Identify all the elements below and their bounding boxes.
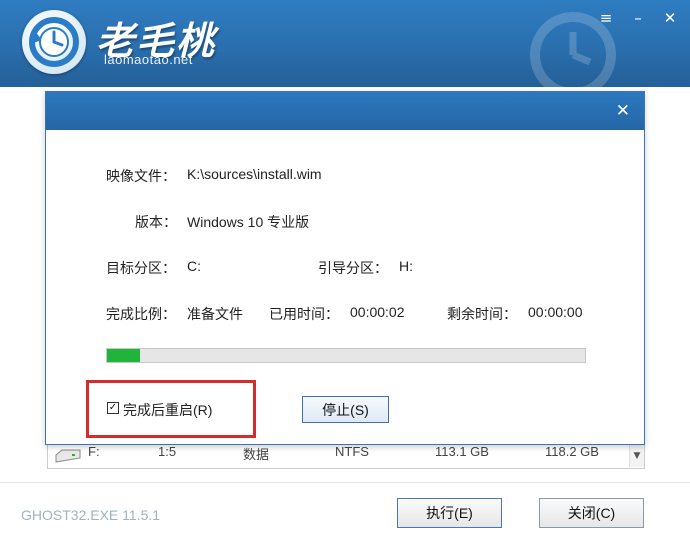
close-button[interactable]: 关闭(C)	[539, 498, 644, 528]
partition-type: 数据	[243, 447, 270, 462]
minimize-icon[interactable]: –	[628, 8, 648, 28]
scroll-down-icon[interactable]: ▼	[629, 445, 644, 467]
restart-checkbox[interactable]: ✓	[107, 402, 119, 414]
partition-total: 118.2 GB	[545, 444, 599, 459]
partition-used: 113.1 GB	[435, 444, 489, 459]
logo-url: laomaotao.net	[104, 52, 193, 67]
target-partition-value: C:	[187, 258, 201, 274]
drive-icon	[55, 449, 81, 463]
restore-clock-icon	[22, 10, 86, 74]
boot-partition-label: 引导分区：	[318, 260, 388, 276]
dialog-titlebar: ✕	[46, 92, 644, 130]
execute-button[interactable]: 执行(E)	[397, 498, 502, 528]
partition-fs: NTFS	[335, 444, 369, 459]
image-file-label: 映像文件：	[106, 168, 176, 184]
dialog-close-icon[interactable]: ✕	[616, 101, 630, 121]
remaining-time-label: 剩余时间：	[447, 306, 517, 322]
progress-bar-fill	[107, 349, 141, 362]
completion-ratio-value: 准备文件	[187, 306, 243, 322]
partition-index: 1:5	[158, 444, 177, 459]
completion-ratio-label: 完成比例：	[106, 306, 176, 322]
version-label: GHOST32.EXE 11.5.1	[21, 507, 161, 523]
boot-partition-value: H:	[399, 258, 413, 274]
remaining-time-value: 00:00:00	[528, 304, 583, 320]
footer-divider	[0, 482, 690, 483]
window-controls: ≡ – ✕	[596, 8, 680, 28]
restart-checkbox-label[interactable]: 完成后重启(R)	[123, 400, 212, 420]
version-field-value: Windows 10 专业版	[187, 214, 310, 230]
partition-drive: F:	[88, 444, 100, 459]
progress-bar	[106, 348, 586, 363]
target-partition-label: 目标分区：	[106, 260, 176, 276]
elapsed-time-value: 00:00:02	[350, 304, 405, 320]
close-icon[interactable]: ✕	[660, 8, 680, 28]
ghost-progress-dialog: ✕ 映像文件： K:\sources\install.wim 版本： Windo…	[45, 91, 645, 445]
partition-row[interactable]: F: 1:5 数据 NTFS 113.1 GB 118.2 GB	[47, 444, 645, 469]
menu-icon[interactable]: ≡	[596, 8, 616, 28]
app-header: 老毛桃 laomaotao.net ≡ – ✕	[0, 0, 690, 87]
image-file-value: K:\sources\install.wim	[187, 166, 322, 182]
elapsed-time-label: 已用时间：	[269, 306, 339, 322]
stop-button[interactable]: 停止(S)	[302, 396, 389, 423]
version-field-label: 版本：	[135, 214, 177, 230]
